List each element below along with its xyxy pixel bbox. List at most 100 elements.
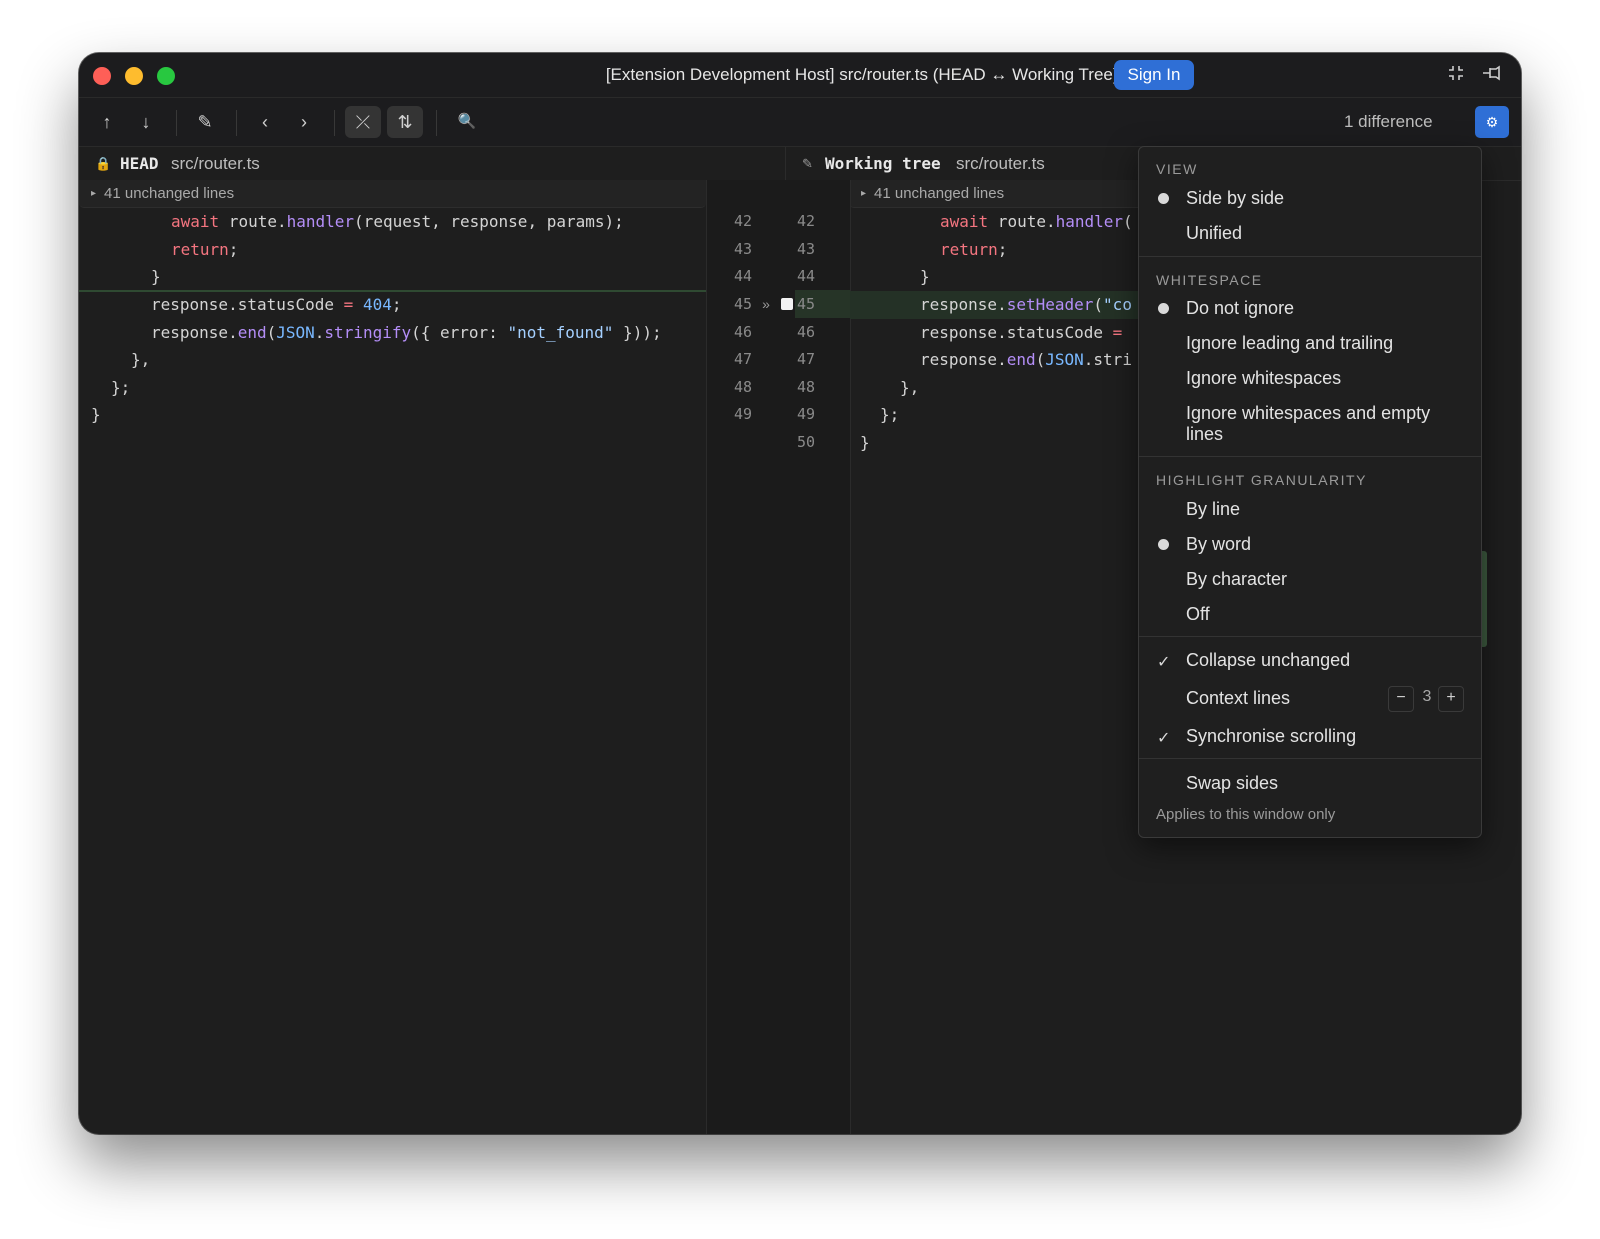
exit-fullscreen-icon[interactable]: [1444, 63, 1468, 87]
left-line-number: 43: [733, 240, 752, 258]
edit-icon[interactable]: ✎: [187, 106, 223, 138]
right-line-number: 46: [796, 323, 815, 341]
checkmark-icon: ✓: [1157, 654, 1171, 671]
right-file-path: src/router.ts: [956, 154, 1045, 173]
whitespace-ignore-empty-lines-option[interactable]: Ignore whitespaces and empty lines: [1186, 403, 1466, 445]
menu-footer-note: Applies to this window only: [1156, 806, 1336, 823]
context-lines-value: 3: [1422, 688, 1432, 705]
code-line: response.statusCode =: [920, 323, 1123, 342]
selected-radio-icon: [1158, 539, 1169, 550]
view-unified-option[interactable]: Unified: [1186, 223, 1242, 244]
pin-icon[interactable]: [1479, 63, 1503, 87]
right-line-number: 48: [796, 378, 815, 396]
code-line: },: [900, 378, 920, 397]
difference-count: 1 difference: [1344, 112, 1433, 131]
right-line-number: 44: [796, 267, 815, 285]
previous-change-button[interactable]: ↑: [89, 106, 125, 138]
code-line: response.statusCode = 404;: [151, 295, 402, 314]
context-lines-increment-button[interactable]: +: [1438, 686, 1464, 712]
expand-triangle-icon: ▸: [91, 188, 97, 199]
synchronise-scrolling-option[interactable]: Synchronise scrolling: [1186, 726, 1356, 747]
settings-gear-button[interactable]: ⚙: [1475, 106, 1509, 138]
left-line-number: 48: [733, 378, 752, 396]
left-line-number: 42: [733, 212, 752, 230]
code-line: };: [111, 378, 131, 397]
collapse-unchanged-toggle[interactable]: ⤫: [345, 106, 381, 138]
menu-divider: [1139, 456, 1481, 457]
expand-triangle-icon: ▸: [861, 188, 867, 199]
context-lines-label: Context lines: [1186, 688, 1291, 708]
line-number-gutter: 42 43 44 45 46 47 48 49 » 42 43 44 45 46…: [706, 180, 851, 1134]
right-line-number: 47: [796, 350, 815, 368]
next-file-button[interactable]: ›: [286, 106, 322, 138]
left-line-number: 47: [733, 350, 752, 368]
code-line: return;: [940, 240, 1008, 259]
menu-divider: [1139, 636, 1481, 637]
collapsed-lines-label: 41 unchanged lines: [104, 185, 235, 202]
diff-window: [Extension Development Host] src/router.…: [79, 53, 1521, 1134]
swap-sides-option[interactable]: Swap sides: [1186, 773, 1278, 794]
right-line-number: 50: [796, 433, 815, 451]
right-ref-label: Working tree: [825, 154, 941, 173]
code-line: response.setHeader("co: [920, 295, 1132, 314]
collapsed-lines-label: 41 unchanged lines: [874, 185, 1005, 202]
code-line: response.end(JSON.stri: [920, 350, 1132, 369]
code-line: }: [91, 405, 101, 424]
left-line-number: 45: [733, 295, 752, 313]
code-line: }: [860, 433, 870, 452]
revert-change-arrow[interactable]: »: [757, 290, 775, 318]
previous-file-button[interactable]: ‹: [247, 106, 283, 138]
whitespace-ignore-whitespaces-option[interactable]: Ignore whitespaces: [1186, 368, 1341, 389]
whitespace-heading: WHITESPACE: [1156, 272, 1263, 288]
search-icon[interactable]: 🔍: [449, 106, 485, 138]
granularity-by-character-option[interactable]: By character: [1186, 569, 1287, 590]
code-line: };: [880, 405, 900, 424]
menu-divider: [1139, 256, 1481, 257]
left-path-bar: 🔒 HEAD src/router.ts: [79, 147, 786, 181]
granularity-off-option[interactable]: Off: [1186, 604, 1210, 625]
next-change-button[interactable]: ↓: [128, 106, 164, 138]
code-line: }: [920, 267, 930, 286]
swap-sides-button[interactable]: ⇅: [387, 106, 423, 138]
toolbar-divider: [236, 110, 237, 136]
right-line-number: 49: [796, 405, 815, 423]
collapse-unchanged-option[interactable]: Collapse unchanged: [1186, 650, 1350, 671]
left-ref-label: HEAD: [120, 154, 159, 173]
title-bar: [Extension Development Host] src/router.…: [79, 53, 1521, 98]
view-side-by-side-option[interactable]: Side by side: [1186, 188, 1284, 209]
diff-settings-menu: VIEW Side by side Unified WHITESPACE Do …: [1138, 146, 1482, 838]
left-line-number: 44: [733, 267, 752, 285]
code-line: await route.handler(: [940, 212, 1133, 231]
highlight-granularity-heading: HIGHLIGHT GRANULARITY: [1156, 472, 1367, 488]
code-line: return;: [171, 240, 239, 259]
checkmark-icon: ✓: [1157, 730, 1171, 747]
sign-in-button[interactable]: Sign In: [1114, 60, 1194, 90]
left-code-pane[interactable]: await route.handler(request, response, p…: [79, 208, 706, 1134]
toolbar-divider: [436, 110, 437, 136]
toolbar-divider: [176, 110, 177, 136]
diff-toolbar: ↑ ↓ ✎ ‹ › ⤫ ⇅ 🔍 1 difference ⚙: [79, 98, 1521, 147]
code-line: },: [131, 350, 151, 369]
view-heading: VIEW: [1156, 161, 1198, 177]
left-file-path: src/router.ts: [171, 154, 260, 173]
left-line-number: 49: [733, 405, 752, 423]
left-collapsed-region[interactable]: ▸ 41 unchanged lines: [79, 180, 706, 208]
lock-icon: 🔒: [95, 156, 112, 171]
left-line-number: 46: [733, 323, 752, 341]
window-title: [Extension Development Host] src/router.…: [605, 65, 1179, 84]
right-line-number: 43: [796, 240, 815, 258]
right-line-number: 42: [796, 212, 815, 230]
granularity-by-line-option[interactable]: By line: [1186, 499, 1240, 520]
code-line: }: [151, 267, 161, 286]
right-collapsed-region[interactable]: ▸ 41 unchanged lines: [849, 180, 1149, 208]
whitespace-do-not-ignore-option[interactable]: Do not ignore: [1186, 298, 1294, 319]
selected-radio-icon: [1158, 303, 1169, 314]
code-line: await route.handler(request, response, p…: [171, 212, 624, 231]
toolbar-divider: [334, 110, 335, 136]
granularity-by-word-option[interactable]: By word: [1186, 534, 1251, 555]
context-lines-decrement-button[interactable]: −: [1388, 686, 1414, 712]
whitespace-ignore-leading-trailing-option[interactable]: Ignore leading and trailing: [1186, 333, 1393, 354]
menu-divider: [1139, 758, 1481, 759]
code-line: response.end(JSON.stringify({ error: "no…: [151, 323, 662, 342]
selected-radio-icon: [1158, 193, 1169, 204]
